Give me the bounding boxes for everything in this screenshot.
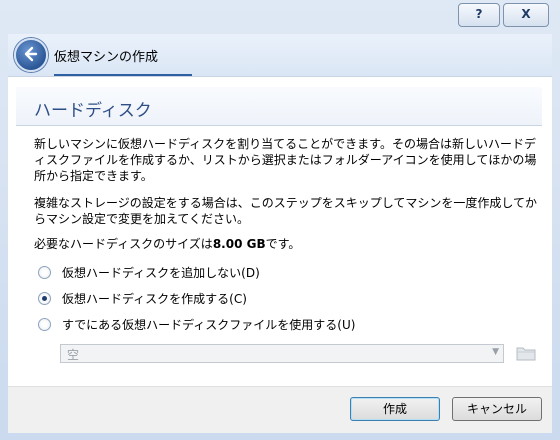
radio-create-disk[interactable] — [38, 292, 51, 305]
choose-disk-folder-button[interactable] — [516, 344, 536, 362]
option-no-disk-label: 仮想ハードディスクを追加しない(D) — [62, 266, 260, 280]
radio-existing-disk[interactable] — [38, 318, 51, 331]
existing-disk-value: 空 — [67, 348, 80, 362]
dropdown-arrow-icon: ▼ — [492, 347, 499, 357]
existing-disk-select[interactable]: 空 ▼ — [60, 344, 504, 363]
wizard-content: ハードディスク 新しいマシンに仮想ハードディスクを割り当てることができます。その… — [8, 76, 552, 387]
back-button[interactable] — [14, 38, 48, 72]
radio-no-disk[interactable] — [38, 266, 51, 279]
wizard-header: 仮想マシンの作成 — [8, 34, 552, 76]
help-button[interactable]: ? — [458, 3, 500, 27]
option-existing-disk-label: すでにある仮想ハードディスクファイルを使用する(U) — [62, 318, 356, 332]
dialog-window: ? X 仮想マシンの作成 ハードディスク 新しいマシンに仮想ハードディスクを割り… — [0, 0, 560, 440]
description-paragraph: 新しいマシンに仮想ハードディスクを割り当てることができます。その場合は新しいハー… — [34, 137, 537, 183]
size-recommendation: 必要なハードディスクのサイズは8.00 GBです。 — [34, 236, 538, 252]
title-bar: ? X — [0, 0, 560, 36]
advice-paragraph: 複雑なストレージの設定をする場合は、このステップをスキップしてマシンを一度作成し… — [34, 196, 538, 226]
option-create-disk-label: 仮想ハードディスクを作成する(C) — [62, 292, 247, 306]
size-suffix: です。 — [265, 237, 301, 251]
back-arrow-icon — [24, 46, 38, 62]
close-button[interactable]: X — [503, 3, 549, 27]
folder-icon — [516, 347, 536, 361]
size-prefix: 必要なハードディスクのサイズは — [34, 237, 213, 251]
create-button[interactable]: 作成 — [350, 397, 440, 421]
wizard-title: 仮想マシンの作成 — [54, 50, 159, 65]
page-title-panel: ハードディスク — [16, 87, 542, 126]
button-bar: 作成 キャンセル — [8, 386, 552, 433]
cancel-button[interactable]: キャンセル — [452, 397, 542, 421]
size-value: 8.00 GB — [212, 237, 266, 251]
page-title: ハードディスク — [34, 101, 152, 121]
